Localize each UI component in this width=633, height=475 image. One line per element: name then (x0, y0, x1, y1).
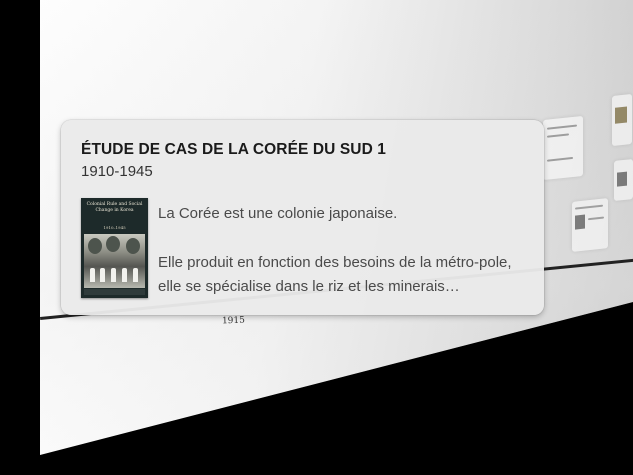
distant-event-card[interactable] (614, 159, 633, 201)
event-title: ÉTUDE DE CAS DE LA CORÉE DU SUD 1 (81, 141, 387, 158)
event-card[interactable]: ÉTUDE DE CAS DE LA CORÉE DU SUD 1 1910-1… (61, 120, 544, 315)
book-cover-years: 1910–1945 (103, 225, 126, 230)
event-dates: 1910-1945 (81, 163, 153, 180)
event-description: La Corée est une colonie japonaise. Elle… (158, 202, 538, 299)
book-cover-image[interactable]: Colonial Rule and Social Change in Korea… (81, 198, 148, 298)
timeline-3d-view[interactable]: 1915 ÉTUDE DE CAS DE LA CORÉE DU SUD 1 1… (0, 0, 633, 475)
event-paragraph: La Corée est une colonie japonaise. (158, 205, 398, 222)
distant-event-card[interactable] (572, 198, 608, 252)
book-cover-footer (84, 289, 145, 295)
book-cover-title: Colonial Rule and Social Change in Korea (86, 202, 143, 213)
distant-event-card[interactable] (612, 93, 632, 147)
distant-event-card[interactable] (543, 115, 583, 181)
axis-tick-label: 1915 (221, 315, 246, 327)
book-cover-photo (84, 234, 145, 288)
event-paragraph: Elle produit en fonction des besoins de … (158, 254, 512, 295)
